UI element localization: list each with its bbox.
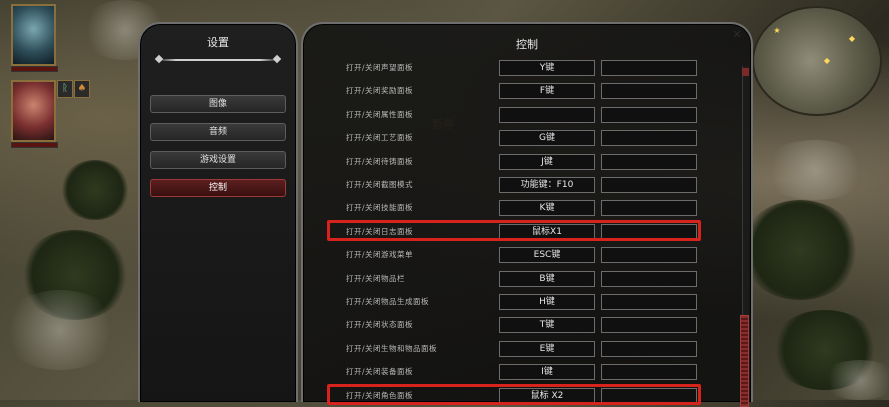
secondary-key-slot[interactable]	[601, 364, 697, 380]
primary-key-slot[interactable]: T键	[499, 317, 595, 333]
keybinding-action-label: 打开/关闭奖励面板	[346, 86, 414, 95]
primary-key-slot[interactable]: B键	[499, 271, 595, 287]
keybinding-row: 打开/关闭技能面板 K键	[303, 200, 751, 218]
keybinding-action-label: 打开/关闭物品生成面板	[346, 297, 430, 306]
secondary-key-slot[interactable]	[601, 107, 697, 123]
keybinding-row: 打开/关闭奖励面板 F键	[303, 83, 751, 101]
keybinding-row: 打开/关闭声望面板 Y键	[303, 60, 751, 78]
secondary-key-slot[interactable]	[601, 83, 697, 99]
primary-key-slot[interactable]: G键	[499, 130, 595, 146]
settings-title: 设置	[207, 36, 229, 49]
keybinding-action-label: 打开/关闭工艺面板	[346, 133, 414, 142]
primary-key-slot[interactable]: H键	[499, 294, 595, 310]
snow-patch	[0, 290, 120, 370]
secondary-key-slot[interactable]	[601, 200, 697, 216]
primary-key-slot[interactable]: E键	[499, 341, 595, 357]
keybinding-row: 打开/关闭工艺面板 G键	[303, 130, 751, 148]
secondary-key-slot[interactable]	[601, 271, 697, 287]
keybinding-action-label: 打开/关闭待铸面板	[346, 157, 414, 166]
tree-foliage	[60, 160, 130, 220]
controls-panel: 控制 打开/关闭声望面板 Y键 打开/关闭奖励面板 F键 打开/关闭属性面板 打开/关闭工…	[301, 22, 753, 407]
minimap[interactable]: ◆ ★ ◆	[752, 6, 882, 116]
keybinding-action-label: 打开/关闭物品栏	[346, 274, 406, 283]
primary-key-slot[interactable]: Y键	[499, 60, 595, 76]
keybinding-action-label: 打开/关闭截图模式	[346, 180, 414, 189]
waypoint-icon: ◆	[848, 34, 856, 43]
title-divider	[158, 59, 278, 61]
secondary-key-slot[interactable]	[601, 60, 697, 76]
primary-key-slot[interactable]: 功能键：F10	[499, 177, 595, 193]
keybinding-row: 打开/关闭属性面板	[303, 107, 751, 125]
menu-controls-button[interactable]: 控制	[150, 179, 286, 197]
secondary-key-slot[interactable]	[601, 154, 697, 170]
keybinding-action-label: 打开/关闭游戏菜单	[346, 250, 414, 259]
controls-title: 控制	[516, 38, 538, 51]
settings-panel: 设置 图像 音频 游戏设置 控制	[138, 22, 298, 402]
menu-gameplay-button[interactable]: 游戏设置	[150, 151, 286, 169]
secondary-key-slot[interactable]	[601, 177, 697, 193]
secondary-key-slot[interactable]	[601, 317, 697, 333]
keybinding-action-label: 打开/关闭属性面板	[346, 110, 414, 119]
snow-patch	[820, 360, 889, 400]
highlight-annotation	[327, 384, 701, 405]
party-portrait-2[interactable]	[11, 80, 56, 142]
secondary-key-slot[interactable]	[601, 247, 697, 263]
keybinding-row: 打开/关闭物品栏 B键	[303, 271, 751, 289]
keybinding-row: 打开/关闭物品生成面板 H键	[303, 294, 751, 312]
waypoint-icon: ★	[773, 26, 781, 35]
secondary-key-slot[interactable]	[601, 294, 697, 310]
keybinding-row: 打开/关闭状态面板 T键	[303, 317, 751, 335]
keybinding-action-label: 打开/关闭技能面板	[346, 203, 414, 212]
highlight-annotation	[327, 220, 701, 241]
snow-patch	[760, 140, 870, 200]
menu-graphics-button[interactable]: 图像	[150, 95, 286, 113]
status-effect-icon[interactable]: ♠	[74, 80, 90, 98]
keybinding-row: 打开/关闭待铸面板 J键	[303, 154, 751, 172]
secondary-key-slot[interactable]	[601, 130, 697, 146]
keybinding-row: 打开/关闭装备面板 I键	[303, 364, 751, 382]
secondary-key-slot[interactable]	[601, 341, 697, 357]
keybinding-row: 打开/关闭游戏菜单 ESC键	[303, 247, 751, 265]
primary-key-slot[interactable]: J键	[499, 154, 595, 170]
health-bar	[11, 66, 58, 72]
tree-foliage	[740, 200, 860, 300]
primary-key-slot[interactable]	[499, 107, 595, 123]
keybinding-action-label: 打开/关闭生物和物品面板	[346, 344, 438, 353]
party-portrait-1[interactable]	[11, 4, 56, 66]
keybinding-row: 打开/关闭生物和物品面板 E键	[303, 341, 751, 359]
status-effect-icon[interactable]: ᚱ	[57, 80, 73, 98]
map-marker-icon: ◆	[823, 56, 831, 65]
primary-key-slot[interactable]: F键	[499, 83, 595, 99]
menu-audio-button[interactable]: 音频	[150, 123, 286, 141]
keybinding-row: 打开/关闭截图模式 功能键：F10	[303, 177, 751, 195]
keybinding-action-label: 打开/关闭状态面板	[346, 320, 414, 329]
primary-key-slot[interactable]: K键	[499, 200, 595, 216]
health-bar	[11, 142, 58, 148]
keybinding-action-label: 打开/关闭声望面板	[346, 63, 414, 72]
primary-key-slot[interactable]: ESC键	[499, 247, 595, 263]
primary-key-slot[interactable]: I键	[499, 364, 595, 380]
keybinding-action-label: 打开/关闭装备面板	[346, 367, 414, 376]
